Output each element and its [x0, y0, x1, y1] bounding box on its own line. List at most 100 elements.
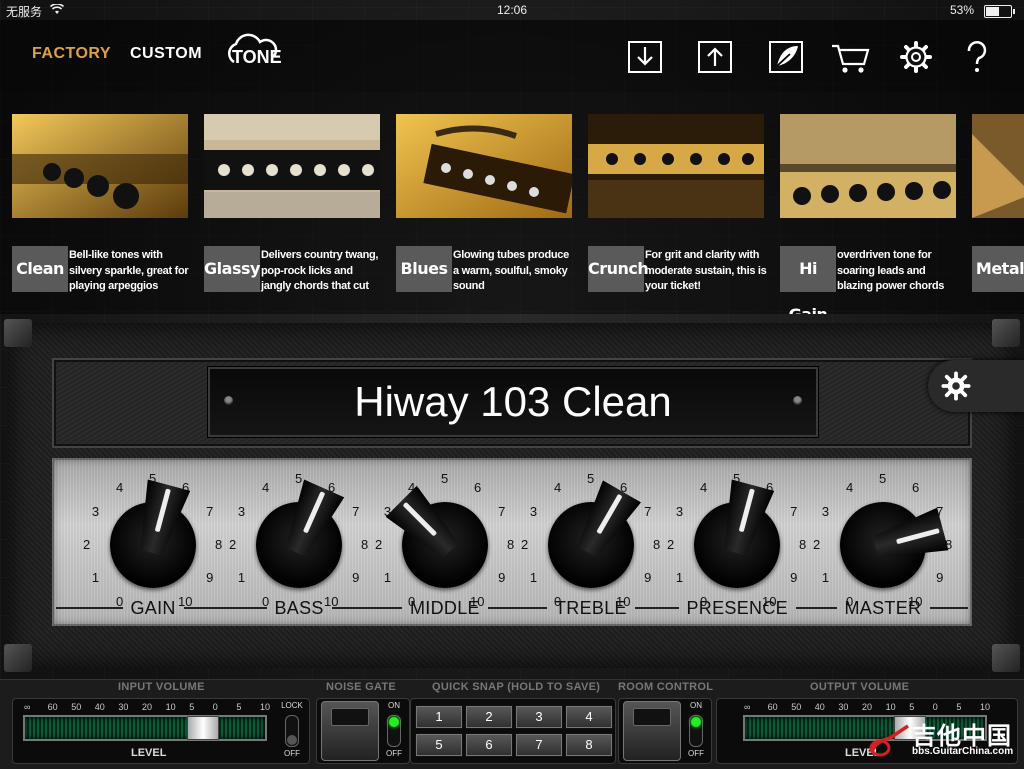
- cabinet-corner: [4, 644, 32, 672]
- cart-icon[interactable]: [830, 38, 872, 76]
- knob-scale-number: 9: [206, 570, 214, 585]
- quick-snap-button-1[interactable]: 1: [415, 705, 463, 729]
- watermark: 吉他中国 bbs.GuitarChina.com: [868, 714, 1020, 762]
- quick-snap-button-7[interactable]: 7: [515, 733, 563, 757]
- tab-factory[interactable]: FACTORY: [32, 45, 111, 63]
- divider: [331, 607, 402, 609]
- preset-name: Hi Gain: [780, 246, 836, 314]
- tab-custom[interactable]: CUSTOM: [130, 45, 202, 63]
- input-volume-module: ∞ 60 50 40 30 20 10 5 0 5 10 LEVEL LOCK OFF: [12, 698, 310, 764]
- preset-card-glassy[interactable]: Glassy Delivers country twang, pop-rock …: [204, 114, 380, 294]
- quick-snap-title: QUICK SNAP (HOLD TO SAVE): [432, 681, 601, 693]
- preset-card-metal[interactable]: Metal: [972, 114, 1024, 294]
- input-level-meter: [23, 715, 267, 741]
- knob-scale-number: 6: [912, 479, 920, 495]
- amp-settings-button[interactable]: [928, 360, 1024, 412]
- knob-scale-number: 9: [644, 570, 652, 585]
- room-control-toggle[interactable]: ON OFF: [685, 701, 707, 761]
- cabinet-corner: [4, 319, 32, 347]
- status-bar: 无服务 12:06 53%: [0, 0, 1024, 20]
- knob-scale-number: 3: [675, 504, 684, 519]
- input-volume-title: INPUT VOLUME: [118, 681, 205, 693]
- input-lock-toggle[interactable]: LOCK OFF: [281, 701, 303, 761]
- preset-card-crunch[interactable]: Crunch For grit and clarity with moderat…: [588, 114, 767, 294]
- knob-scale-number: 1: [383, 570, 392, 585]
- knob-scale-number: 3: [821, 504, 830, 519]
- meter-scale-number: 5: [956, 702, 962, 712]
- gear-icon: [941, 371, 971, 401]
- knob-scale-number: 3: [529, 504, 538, 519]
- download-icon[interactable]: [627, 38, 665, 76]
- preset-name: Crunch: [588, 246, 649, 292]
- battery-icon: [984, 5, 1015, 18]
- quick-snap-button-3[interactable]: 3: [515, 705, 563, 729]
- on-label: ON: [388, 701, 400, 710]
- preset-name: Metal: [972, 246, 1024, 292]
- divider: [795, 607, 837, 609]
- output-volume-title: OUTPUT VOLUME: [810, 681, 910, 693]
- noise-gate-toggle[interactable]: ON OFF: [383, 701, 405, 761]
- knob-scale-number: 7: [352, 504, 360, 519]
- knob-scale-number: 5: [587, 471, 595, 486]
- knob-scale-number: 2: [83, 537, 91, 552]
- quick-snap-button-2[interactable]: 2: [465, 705, 513, 729]
- quick-snap-button-4[interactable]: 4: [565, 705, 613, 729]
- preset-description: overdriven tone for soaring leads and bl…: [837, 249, 945, 292]
- knob-scale-number: 4: [262, 479, 270, 495]
- on-label: ON: [690, 701, 702, 710]
- knob-scale-number: 7: [644, 504, 652, 519]
- meter-scale-number: 0: [212, 702, 218, 712]
- quick-snap-module: 1234 5678: [410, 698, 616, 764]
- upload-icon[interactable]: [697, 38, 735, 76]
- knob-scale-number: 2: [813, 537, 821, 552]
- noise-gate-switch[interactable]: [387, 715, 401, 747]
- off-label: OFF: [386, 749, 402, 758]
- knob-label-master: MASTER: [844, 598, 922, 618]
- knob-scale-number: 3: [237, 504, 246, 519]
- cabinet-corner: [992, 644, 1020, 672]
- input-level-label: LEVEL: [131, 747, 167, 759]
- quick-snap-button-6[interactable]: 6: [465, 733, 513, 757]
- meter-scale-number: 5: [189, 702, 195, 712]
- divider: [929, 607, 968, 609]
- knob-scale-number: 6: [474, 479, 482, 495]
- preset-card-clean[interactable]: Clean Bell-like tones with silvery spark…: [12, 114, 189, 294]
- knob-label-row: GAIN BASS MIDDLE TREBLE PRESENCE MASTER: [52, 598, 972, 620]
- knob-scale-number: 2: [375, 537, 383, 552]
- noise-gate-pedal[interactable]: [321, 701, 379, 761]
- quick-snap-button-5[interactable]: 5: [415, 733, 463, 757]
- knob-scale-number: 9: [498, 570, 506, 585]
- help-icon[interactable]: [958, 38, 996, 76]
- knob-scale-number: 7: [790, 504, 798, 519]
- tone-cloud-button[interactable]: TONE: [222, 32, 282, 76]
- nav-bar: FACTORY CUSTOM TONE: [0, 20, 1024, 92]
- knob-label-gain: GAIN: [130, 598, 176, 618]
- off-label: OFF: [284, 749, 300, 758]
- amp-nameplate[interactable]: Hiway 103 Clean: [208, 367, 818, 437]
- meter-scale-number: 0: [932, 702, 938, 712]
- knob-scale-number: 9: [790, 570, 798, 585]
- preset-description: Bell-like tones with silvery sparkle, gr…: [69, 249, 189, 292]
- knob-scale-number: 2: [667, 537, 675, 552]
- input-volume-slider[interactable]: [186, 716, 219, 740]
- knob-label-bass: BASS: [274, 598, 324, 618]
- preset-description: Glowing tubes produce a warm, soulful, s…: [453, 249, 569, 292]
- meter-scale-number: 50: [71, 702, 82, 712]
- preset-card-blues[interactable]: Blues Glowing tubes produce a warm, soul…: [396, 114, 572, 294]
- room-control-title: ROOM CONTROL: [618, 681, 714, 693]
- knob-scale-number: 1: [821, 570, 830, 585]
- quick-snap-button-8[interactable]: 8: [565, 733, 613, 757]
- gear-icon[interactable]: [897, 38, 935, 76]
- knob-scale-number: 5: [441, 471, 449, 486]
- room-control-pedal[interactable]: [623, 701, 681, 761]
- preset-name: Clean: [12, 246, 68, 292]
- preset-card-hi-gain[interactable]: Hi Gain overdriven tone for soaring lead…: [780, 114, 956, 314]
- knob-label-presence: PRESENCE: [686, 598, 788, 618]
- preset-description: Delivers country twang, pop-rock licks a…: [261, 249, 379, 292]
- lock-switch[interactable]: [285, 715, 299, 747]
- knob-scale-number: 4: [116, 479, 124, 495]
- tone-logo-icon[interactable]: [768, 38, 806, 76]
- knob-scale-number: 4: [700, 479, 708, 495]
- knob-scale-number: 9: [352, 570, 360, 585]
- room-control-switch[interactable]: [689, 715, 703, 747]
